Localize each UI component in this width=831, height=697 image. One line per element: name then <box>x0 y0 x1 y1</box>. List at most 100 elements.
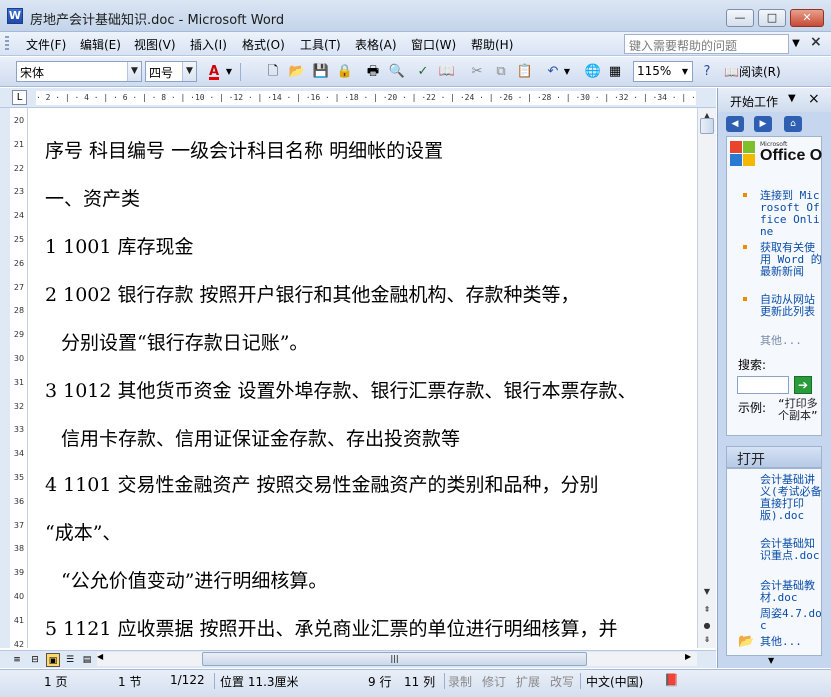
status-language[interactable]: 中文(中国) <box>586 673 643 690</box>
chevron-down-icon[interactable]: ▼ <box>224 63 234 81</box>
back-icon[interactable]: ◀ <box>726 116 744 132</box>
document-body[interactable]: 序号 科目编号 一级会计科目名称 明细帐的设置 一、资产类 1 1001 库存现金 2… <box>29 108 697 648</box>
document-paragraph[interactable]: 序号 科目编号 一级会计科目名称 明细帐的设置 <box>45 136 443 163</box>
menu-view[interactable]: 视图(V) <box>134 36 176 53</box>
cut-icon[interactable]: ✂ <box>468 63 486 81</box>
menu-file[interactable]: 文件(F) <box>26 36 66 53</box>
status-extend[interactable]: 扩展 <box>516 673 540 690</box>
menu-window[interactable]: 窗口(W) <box>411 36 456 53</box>
toolbar-grip[interactable] <box>5 36 9 52</box>
research-icon[interactable]: 📖 <box>438 63 456 81</box>
link-latest-news[interactable]: 获取有关使用 Word 的最新新闻 <box>760 242 822 278</box>
home-icon[interactable]: ⌂ <box>784 116 802 132</box>
document-paragraph[interactable]: 2 1002 银行存款 按照开户银行和其他金融机构、存款种类等， <box>45 280 580 307</box>
status-page-of: 1/122 <box>170 673 205 687</box>
search-go-icon[interactable]: ➔ <box>794 376 812 394</box>
forward-icon[interactable]: ▶ <box>754 116 772 132</box>
document-paragraph[interactable]: 5 1121 应收票据 按照开出、承兑商业汇票的单位进行明细核算，并 <box>45 614 618 641</box>
spelling-icon[interactable]: ✓ <box>414 63 432 81</box>
close-icon[interactable]: × <box>808 91 820 107</box>
document-paragraph[interactable]: “成本”、 <box>45 518 121 545</box>
chevron-down-icon[interactable]: ▼ <box>127 62 141 81</box>
print-preview-icon[interactable]: 🔍 <box>388 63 406 81</box>
scroll-left-icon[interactable]: ◀ <box>97 652 109 661</box>
recent-doc-1[interactable]: 会计基础讲义(考试必备直接打印版).doc <box>760 474 822 522</box>
normal-view-icon[interactable]: ≡ <box>10 653 24 667</box>
status-overtype[interactable]: 改写 <box>550 673 574 690</box>
vertical-ruler-number: 30 <box>13 354 25 363</box>
menu-edit[interactable]: 编辑(E) <box>80 36 121 53</box>
reading-layout-icon[interactable]: ▤ <box>80 653 94 667</box>
read-mode-button[interactable]: 📖阅读(R) <box>724 63 792 81</box>
document-paragraph[interactable]: 4 1101 交易性金融资产 按照交易性金融资产的类别和品种，分别 <box>45 470 599 497</box>
chevron-down-icon[interactable]: ▼ <box>678 63 692 81</box>
proofing-status-icon[interactable]: 📕 <box>664 673 679 687</box>
open-more-docs[interactable]: 其他... <box>760 636 822 648</box>
vertical-ruler-number: 24 <box>13 211 25 221</box>
status-column: 11 列 <box>404 675 436 689</box>
document-paragraph[interactable]: 一、资产类 <box>45 184 140 211</box>
task-pane-title[interactable]: 开始工作 <box>730 93 778 110</box>
permission-icon[interactable]: 🔒 <box>336 63 354 81</box>
menu-table[interactable]: 表格(A) <box>355 36 397 53</box>
scroll-down-icon[interactable]: ▼ <box>768 656 774 665</box>
scroll-down-icon[interactable]: ▼ <box>699 584 715 600</box>
document-paragraph[interactable]: 3 1012 其他货币资金 设置外埠存款、银行汇票存款、银行本票存款、 <box>45 376 637 403</box>
close-button[interactable]: ✕ <box>790 9 824 27</box>
close-document-button[interactable]: × <box>810 34 822 50</box>
maximize-button[interactable]: □ <box>758 9 786 27</box>
task-pane-search-input[interactable] <box>737 376 789 394</box>
font-size-select[interactable]: 四号 ▼ <box>145 61 197 82</box>
menu-help[interactable]: 帮助(H) <box>471 36 513 53</box>
document-paragraph[interactable]: 信用卡存款、信用证保证金存款、存出投资款等 <box>61 424 460 451</box>
print-layout-icon[interactable]: ▣ <box>46 653 60 667</box>
word-app-icon[interactable]: W <box>7 8 23 24</box>
save-icon[interactable]: 💾 <box>312 63 330 81</box>
link-auto-update[interactable]: 自动从网站更新此列表 <box>760 294 822 318</box>
print-icon[interactable]: 🖶 <box>364 63 382 81</box>
undo-icon[interactable]: ↶ <box>544 63 562 81</box>
hyperlink-icon[interactable]: 🌐 <box>584 63 602 81</box>
outline-view-icon[interactable]: ☰ <box>63 653 77 667</box>
status-record[interactable]: 录制 <box>448 673 472 690</box>
paste-icon[interactable]: 📋 <box>516 63 534 81</box>
ruler-ticks[interactable]: · 2 · | · 4 · | · 6 · | · 8 · | ·10 · | … <box>36 91 696 105</box>
next-page-icon[interactable]: ⇟ <box>699 632 715 648</box>
menu-insert[interactable]: 插入(I) <box>190 36 227 53</box>
menu-tools[interactable]: 工具(T) <box>300 36 341 53</box>
horizontal-scroll-thumb[interactable]: ||| <box>202 652 587 666</box>
help-dropdown-icon[interactable]: ▼ <box>789 34 803 54</box>
folder-icon: 📂 <box>738 634 755 649</box>
logo-square-green <box>743 141 755 153</box>
vertical-scrollbar[interactable]: ▲ ▼ ⇞ ● ⇟ <box>697 108 716 648</box>
open-section-title: 打开 <box>737 452 765 468</box>
help-icon[interactable]: ? <box>698 63 716 81</box>
tab-selector[interactable]: L <box>12 90 27 105</box>
horizontal-scrollbar[interactable]: ||| ◀ ▶ <box>97 652 697 666</box>
scroll-thumb[interactable] <box>700 118 714 134</box>
recent-doc-4[interactable]: 周姿4.7.doc <box>760 608 822 632</box>
open-folder-icon[interactable]: 📂 <box>288 63 306 81</box>
chevron-down-icon[interactable]: ▼ <box>562 63 572 81</box>
font-color-button[interactable]: A <box>205 63 223 81</box>
minimize-button[interactable]: — <box>726 9 754 27</box>
chevron-down-icon[interactable]: ▼ <box>788 93 796 104</box>
web-layout-icon[interactable]: ⊟ <box>28 653 42 667</box>
link-connect-office-online[interactable]: 连接到 Microsoft Office Online <box>760 190 822 238</box>
font-name-select[interactable]: 宋体 ▼ <box>16 61 142 82</box>
recent-doc-3[interactable]: 会计基础教材.doc <box>760 580 822 604</box>
document-paragraph[interactable]: “公允价值变动”进行明细核算。 <box>61 566 327 593</box>
document-paragraph[interactable]: 分别设置“银行存款日记账”。 <box>61 328 308 355</box>
link-more[interactable]: 其他... <box>760 335 822 347</box>
document-paragraph[interactable]: 1 1001 库存现金 <box>45 232 194 259</box>
help-question-input[interactable]: 键入需要帮助的问题 <box>624 34 789 54</box>
previous-page-icon[interactable]: ⇞ <box>699 602 715 618</box>
scroll-right-icon[interactable]: ▶ <box>685 652 697 661</box>
table-icon[interactable]: ▦ <box>606 63 624 81</box>
status-track-changes[interactable]: 修订 <box>482 673 506 690</box>
recent-doc-2[interactable]: 会计基础知识重点.doc <box>760 538 822 562</box>
new-document-icon[interactable]: 🗋 <box>264 63 282 81</box>
chevron-down-icon[interactable]: ▼ <box>182 62 196 81</box>
copy-icon[interactable]: ⧉ <box>492 63 510 81</box>
menu-format[interactable]: 格式(O) <box>242 36 285 53</box>
